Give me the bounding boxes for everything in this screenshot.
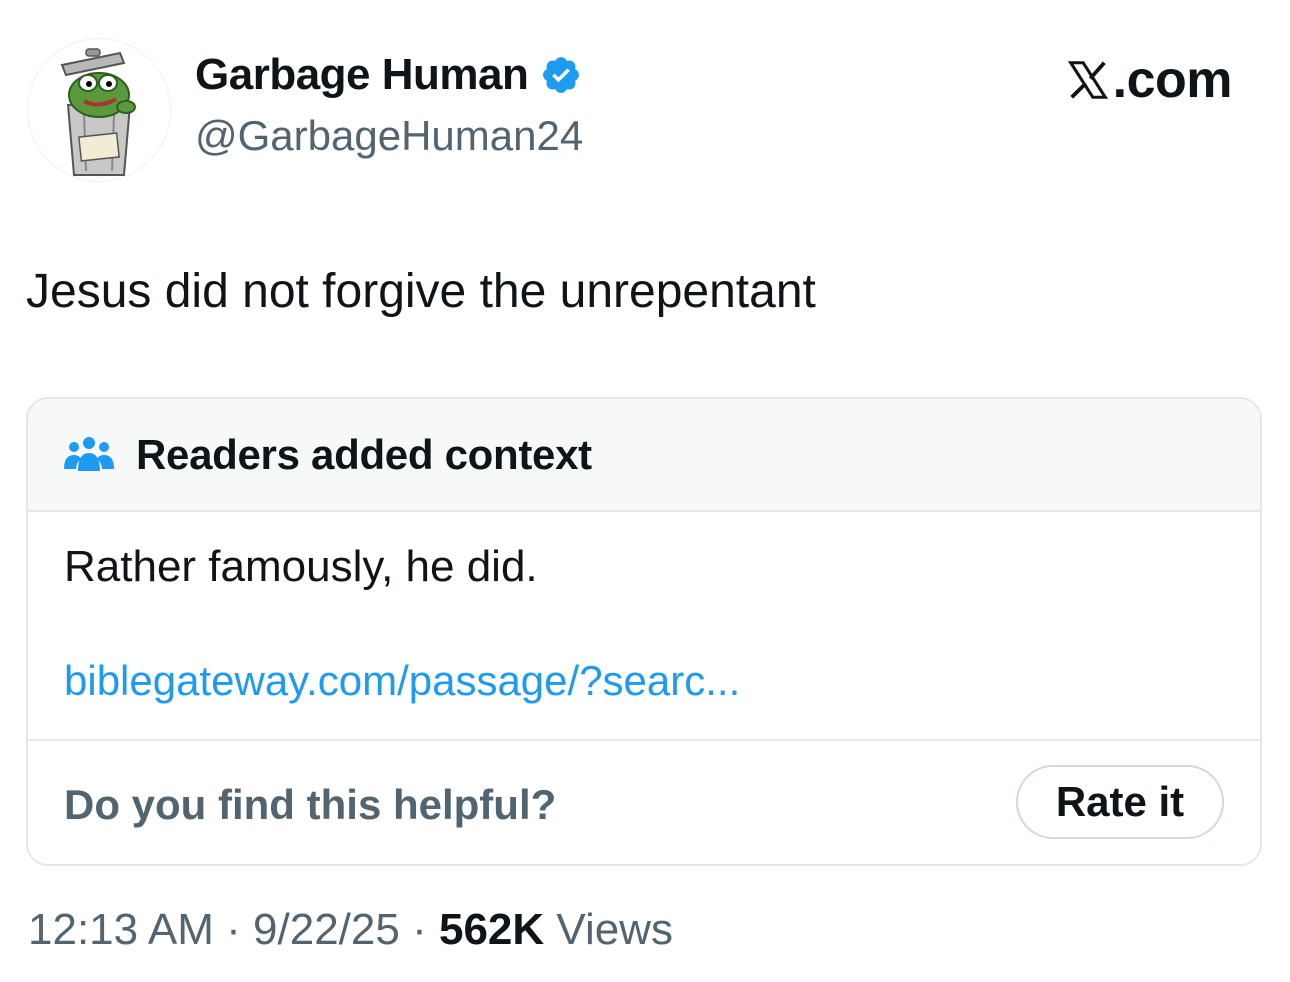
community-note-body: Rather famously, he did. biblegateway.co… [28, 512, 1260, 741]
views-label: Views [556, 905, 673, 954]
community-note-footer: Do you find this helpful? Rate it [28, 741, 1260, 864]
meta-separator: · [412, 905, 427, 954]
community-note-text: Rather famously, he did. [64, 542, 538, 591]
x-logo-icon [1067, 61, 1108, 99]
helpful-question: Do you find this helpful? [64, 781, 557, 828]
brand-label: .com [1065, 50, 1233, 110]
views-count[interactable]: 562K [439, 905, 544, 954]
rate-it-button[interactable]: Rate it [1016, 765, 1224, 839]
community-note-header: Readers added context [28, 399, 1260, 512]
tweet-text: Jesus did not forgive the unrepentant [26, 265, 816, 318]
display-name[interactable]: Garbage Human [195, 50, 582, 100]
verified-badge-icon [543, 57, 580, 93]
tweet-meta: 12:13 AM · 9/22/25 · 562K Views [28, 905, 673, 955]
tweet-time[interactable]: 12:13 AM [28, 905, 214, 954]
avatar-image [60, 48, 136, 176]
display-name-text[interactable]: Garbage Human [195, 50, 529, 100]
brand-domain-text: .com [1112, 51, 1233, 109]
avatar[interactable] [27, 38, 171, 182]
tweet-date[interactable]: 9/22/25 [253, 905, 400, 954]
meta-separator: · [226, 905, 241, 954]
people-icon [64, 436, 114, 471]
community-note-source-link[interactable]: biblegateway.com/passage/?searc... [64, 657, 740, 705]
community-note-title: Readers added context [136, 430, 592, 478]
community-note: Readers added context Rather famously, h… [26, 397, 1262, 866]
user-handle[interactable]: @GarbageHuman24 [195, 112, 583, 160]
